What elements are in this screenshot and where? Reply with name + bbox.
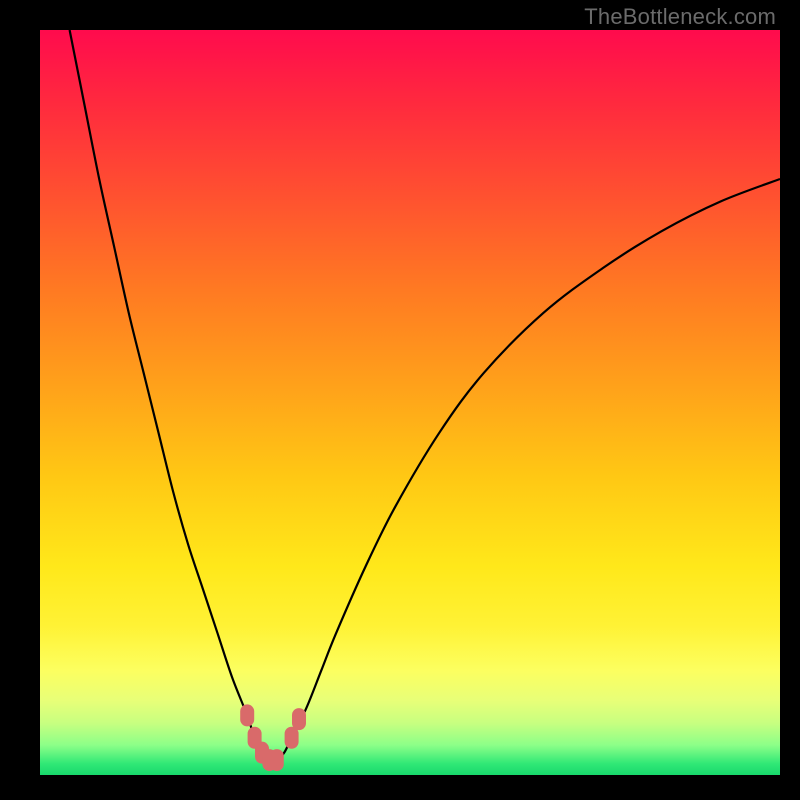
marker-point <box>270 749 284 771</box>
marker-point <box>292 708 306 730</box>
chart-frame: TheBottleneck.com <box>0 0 800 800</box>
curve-path <box>70 30 780 761</box>
watermark-text: TheBottleneck.com <box>584 4 776 30</box>
marker-point <box>240 704 254 726</box>
plot-area <box>40 30 780 775</box>
marker-point <box>285 727 299 749</box>
bottleneck-curve <box>40 30 780 775</box>
curve-markers <box>240 704 306 771</box>
